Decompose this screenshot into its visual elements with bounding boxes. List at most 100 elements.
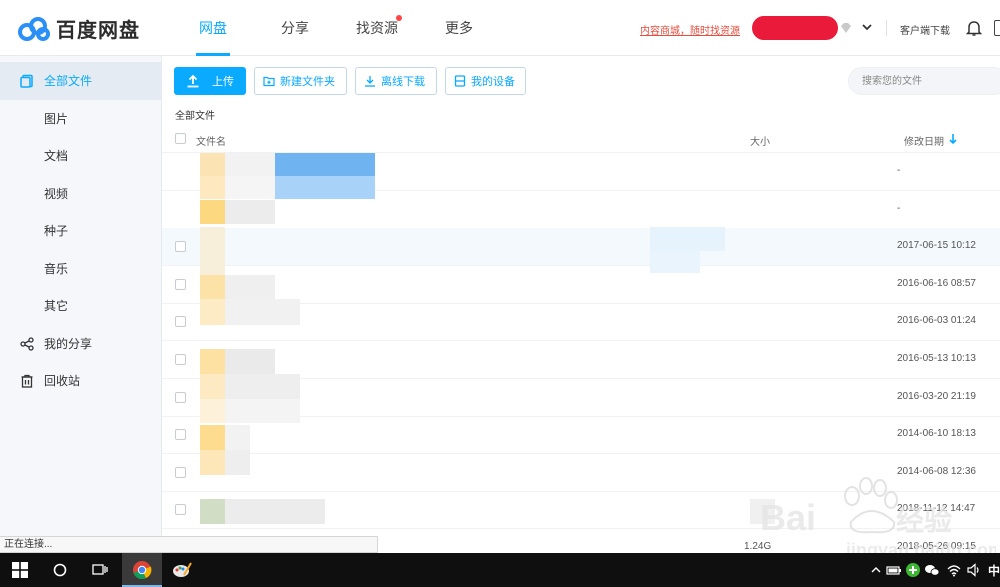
sidebar-item-my-shares[interactable]: 我的分享 <box>0 325 162 363</box>
cortana-button[interactable] <box>40 553 80 587</box>
modified-date: 2016-06-16 08:57 <box>897 278 976 289</box>
sidebar-item-music[interactable]: 音乐 <box>0 250 162 288</box>
logo-text: 百度网盘 <box>56 20 140 42</box>
sidebar-item-videos[interactable]: 视频 <box>0 175 162 213</box>
vip-diamond-icon[interactable] <box>839 21 853 35</box>
column-header-name[interactable]: 文件名 <box>196 133 226 148</box>
sidebar-item-other[interactable]: 其它 <box>0 287 162 325</box>
table-row[interactable]: 2017-06-15 10:12 <box>162 228 1000 266</box>
column-header-size[interactable]: 大小 <box>750 133 770 148</box>
my-devices-label: 我的设备 <box>471 76 515 88</box>
table-row[interactable]: 2016-05-13 10:13 <box>162 341 1000 379</box>
download-icon <box>365 76 375 87</box>
sidebar-item-label: 回收站 <box>44 374 81 388</box>
new-folder-icon <box>263 76 275 87</box>
device-icon <box>454 75 466 87</box>
nav-label: 更多 <box>445 20 473 36</box>
modified-date: 2014-06-10 18:13 <box>897 428 976 439</box>
modified-date: 2014-06-08 12:36 <box>897 466 976 477</box>
new-folder-label: 新建文件夹 <box>280 76 335 88</box>
paint-icon <box>173 562 192 577</box>
table-row[interactable]: 2014-06-08 12:36 <box>162 454 1000 492</box>
nav-netdisk[interactable]: 网盘 <box>172 0 254 56</box>
app-tray-icon[interactable] <box>905 562 921 578</box>
my-devices-button[interactable]: 我的设备 <box>445 67 526 95</box>
breadcrumb[interactable]: 全部文件 <box>175 107 215 122</box>
row-checkbox[interactable] <box>175 504 186 515</box>
chrome-icon <box>133 561 152 580</box>
row-checkbox[interactable] <box>175 392 186 403</box>
search-circle-icon <box>53 563 67 577</box>
wifi-icon[interactable] <box>946 562 962 578</box>
nav-label: 分享 <box>281 20 309 36</box>
select-all-checkbox[interactable] <box>175 133 186 144</box>
row-checkbox[interactable] <box>175 279 186 290</box>
wechat-icon[interactable] <box>924 562 940 578</box>
sidebar-item-label: 全部文件 <box>44 74 93 88</box>
sidebar-item-recycle-bin[interactable]: 回收站 <box>0 362 162 400</box>
status-bar: 正在连接... <box>0 536 378 553</box>
username-redacted[interactable] <box>752 16 838 40</box>
sidebar-item-torrents[interactable]: 种子 <box>0 212 162 250</box>
table-row[interactable]: 2016-06-16 08:57 <box>162 266 1000 304</box>
sidebar-item-all-files[interactable]: 全部文件 <box>0 62 162 100</box>
ime-indicator[interactable]: 中 <box>988 562 1000 579</box>
row-checkbox[interactable] <box>175 467 186 478</box>
table-row[interactable]: 2018-11-12 14:47 <box>162 491 1000 529</box>
sidebar-item-label: 视频 <box>44 187 69 201</box>
battery-icon[interactable] <box>886 562 902 578</box>
nav-find-resources[interactable]: 找资源 <box>336 0 418 56</box>
chevron-down-icon[interactable] <box>860 20 874 34</box>
modified-date: 2018-11-12 14:47 <box>897 503 976 514</box>
modified-date: - <box>897 203 901 214</box>
upload-button[interactable]: 上传 <box>174 67 246 95</box>
sidebar: 全部文件 图片 文档 视频 种子 音乐 其它 我的分享 回收站 <box>0 56 162 536</box>
sidebar-item-label: 种子 <box>44 224 69 238</box>
promo-link[interactable]: 内容商城，随时找资源 <box>640 22 740 37</box>
sort-down-arrow-icon[interactable] <box>948 133 958 145</box>
table-row[interactable]: 2016-03-20 21:19 <box>162 379 1000 417</box>
divider <box>886 20 887 36</box>
sidebar-item-label: 图片 <box>44 112 69 126</box>
volume-icon[interactable] <box>966 562 982 578</box>
sidebar-item-label: 我的分享 <box>44 337 93 351</box>
modified-date: 2016-06-03 01:24 <box>897 315 976 326</box>
table-header: 文件名 大小 修改日期 <box>162 126 1000 153</box>
task-view-button[interactable] <box>80 553 120 587</box>
client-download-link[interactable]: 客户端下载 <box>900 22 950 37</box>
main-nav: 网盘 分享 找资源 更多 <box>172 0 500 56</box>
table-row[interactable]: - <box>162 153 1000 191</box>
row-checkbox[interactable] <box>175 429 186 440</box>
offline-download-label: 离线下载 <box>381 76 425 88</box>
sidebar-item-documents[interactable]: 文档 <box>0 137 162 175</box>
table-row[interactable]: 2014-06-10 18:13 <box>162 416 1000 454</box>
search-input[interactable] <box>848 67 1000 95</box>
chevron-up-icon[interactable] <box>868 562 884 578</box>
file-size: 1.24G <box>744 541 772 552</box>
baidu-cloud-logo-icon <box>18 16 50 41</box>
upload-icon <box>187 74 199 88</box>
sidebar-item-images[interactable]: 图片 <box>0 100 162 138</box>
row-checkbox[interactable] <box>175 354 186 365</box>
sidebar-item-label: 文档 <box>44 149 69 163</box>
table-row[interactable]: 2016-06-03 01:24 <box>162 303 1000 341</box>
offline-download-button[interactable]: 离线下载 <box>355 67 437 95</box>
row-checkbox[interactable] <box>175 316 186 327</box>
notification-dot <box>396 15 402 21</box>
chrome-taskbar-button[interactable] <box>122 553 162 587</box>
bell-icon[interactable] <box>966 19 982 37</box>
row-checkbox[interactable] <box>175 241 186 252</box>
table-row[interactable]: - <box>162 191 1000 229</box>
nav-more[interactable]: 更多 <box>418 0 500 56</box>
start-button[interactable] <box>0 553 40 587</box>
logo[interactable]: 百度网盘 <box>16 14 140 43</box>
column-header-date[interactable]: 修改日期 <box>904 133 944 148</box>
windows-logo-icon <box>12 562 28 578</box>
trash-icon <box>21 374 33 388</box>
nav-label: 找资源 <box>356 20 398 36</box>
nav-label: 网盘 <box>199 20 227 36</box>
nav-share[interactable]: 分享 <box>254 0 336 56</box>
window-edge-icon[interactable] <box>994 20 1000 36</box>
paint-taskbar-button[interactable] <box>162 553 202 587</box>
new-folder-button[interactable]: 新建文件夹 <box>254 67 347 95</box>
